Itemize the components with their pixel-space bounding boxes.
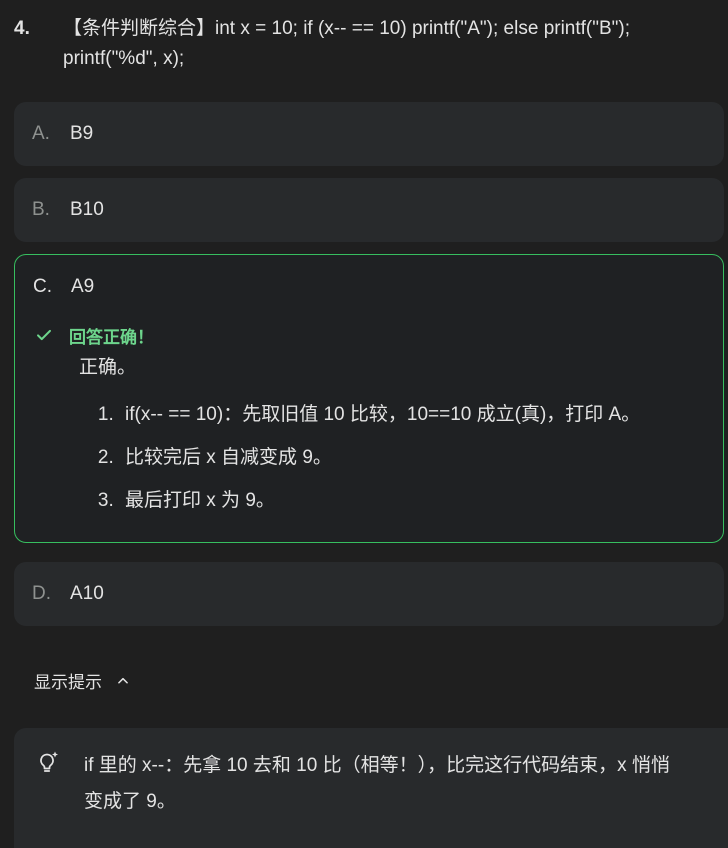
question-text: 【条件判断综合】int x = 10; if (x-- == 10) print… xyxy=(63,18,631,69)
hint-text: if 里的 x--：先拿 10 去和 10 比（相等！），比完这行代码结束，x … xyxy=(84,755,670,812)
hint-panel: if 里的 x--：先拿 10 去和 10 比（相等！），比完这行代码结束，x … xyxy=(14,728,728,848)
option-text: B9 xyxy=(70,123,94,144)
option-b[interactable]: B. B10 xyxy=(14,178,724,242)
option-text: B10 xyxy=(70,199,104,220)
option-a[interactable]: A. B9 xyxy=(14,102,724,166)
show-hint-toggle[interactable]: 显示提示 xyxy=(34,668,130,693)
answer-feedback: 回答正确！ 正确。 if(x-- == 10)：先取旧值 10 比较，10==1… xyxy=(15,319,723,542)
explanation-title: 正确。 xyxy=(79,357,137,378)
explanation-step: 比较完后 x 自减变成 9。 xyxy=(119,436,723,479)
option-letter: A. xyxy=(32,123,50,144)
option-d[interactable]: D. A10 xyxy=(14,562,724,626)
lightbulb-icon xyxy=(38,748,84,848)
checkmark-icon xyxy=(35,326,69,344)
explanation-steps: if(x-- == 10)：先取旧值 10 比较，10==10 成立(真)，打印… xyxy=(35,393,723,522)
question-number: 4. xyxy=(14,18,30,39)
option-text: A10 xyxy=(70,583,104,604)
chevron-up-icon xyxy=(116,674,130,688)
option-letter: B. xyxy=(32,199,50,220)
correct-status-label: 回答正确！ xyxy=(69,327,154,347)
explanation-step: if(x-- == 10)：先取旧值 10 比较，10==10 成立(真)，打印… xyxy=(119,393,723,436)
question-header: 4. 【条件判断综合】int x = 10; if (x-- == 10) pr… xyxy=(14,14,714,74)
option-c[interactable]: C. A9 回答正确！ 正确。 if(x-- == 10)：先取旧值 10 比较… xyxy=(14,254,724,543)
explanation-step: 最后打印 x 为 9。 xyxy=(119,479,723,522)
show-hint-label: 显示提示 xyxy=(34,673,102,692)
correct-status: 回答正确！ xyxy=(35,319,723,351)
option-text: A9 xyxy=(71,276,95,297)
option-letter: D. xyxy=(32,583,51,604)
option-letter: C. xyxy=(33,276,52,297)
